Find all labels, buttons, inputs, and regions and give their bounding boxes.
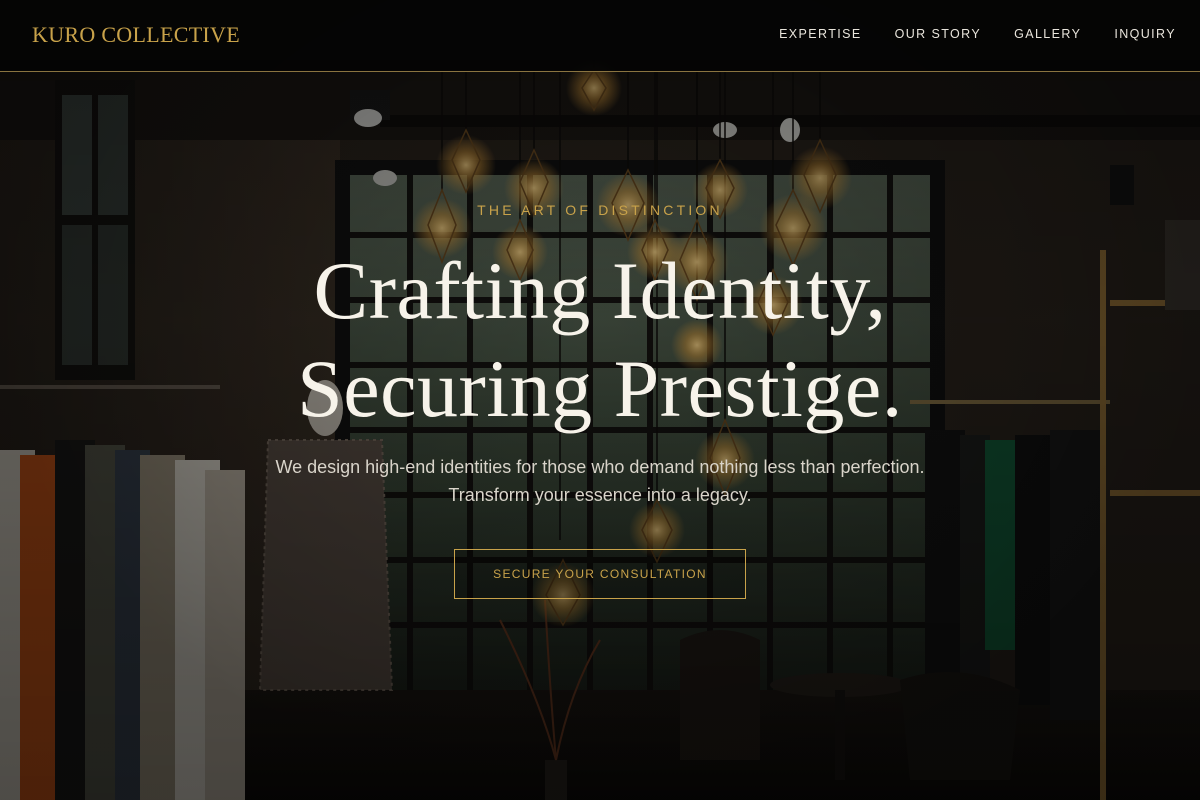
site-header: KURO COLLECTIVE EXPERTISE OUR STORY GALL…	[0, 0, 1200, 72]
hero-section: THE ART OF DISTINCTION Crafting Identity…	[0, 72, 1200, 800]
main-nav: EXPERTISE OUR STORY GALLERY INQUIRY	[746, 27, 1176, 41]
hero-headline-line-1: Crafting Identity,	[313, 245, 887, 336]
brand-logo[interactable]: KURO COLLECTIVE	[32, 22, 240, 48]
hero-headline-line-2: Securing Prestige.	[297, 343, 903, 434]
consultation-cta-button[interactable]: SECURE YOUR CONSULTATION	[454, 549, 746, 599]
hero-headline: Crafting Identity, Securing Prestige.	[100, 242, 1100, 438]
nav-link-expertise[interactable]: EXPERTISE	[779, 27, 862, 41]
nav-link-our-story[interactable]: OUR STORY	[895, 27, 981, 41]
hero-eyebrow: THE ART OF DISTINCTION	[477, 202, 723, 218]
nav-link-gallery[interactable]: GALLERY	[1014, 27, 1081, 41]
hero-subtitle: We design high-end identities for those …	[275, 457, 925, 505]
nav-link-inquiry[interactable]: INQUIRY	[1114, 27, 1176, 41]
